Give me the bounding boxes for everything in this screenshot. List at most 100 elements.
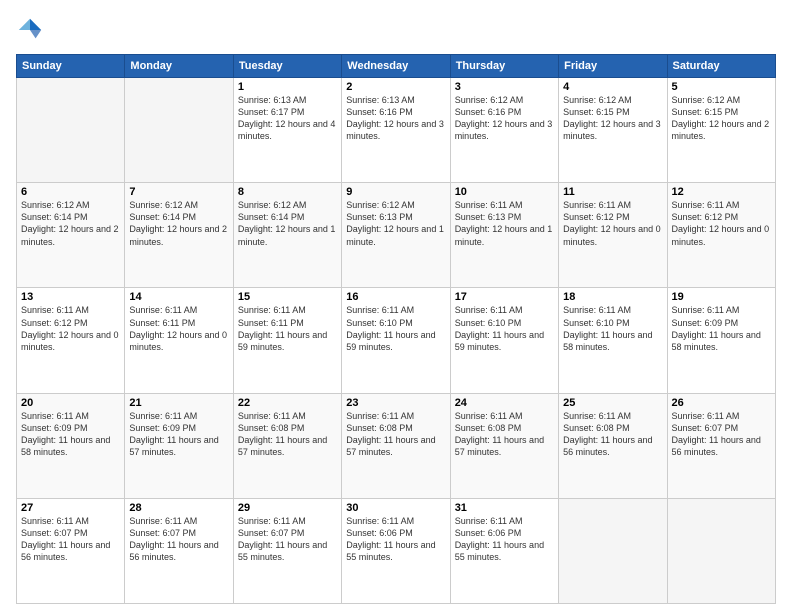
day-number: 10 [455,186,554,198]
day-info: Sunrise: 6:13 AM Sunset: 6:17 PM Dayligh… [238,94,337,143]
day-number: 21 [129,397,228,409]
day-number: 24 [455,397,554,409]
day-number: 27 [21,502,120,514]
weekday-header-thursday: Thursday [450,55,558,78]
calendar-cell: 31Sunrise: 6:11 AM Sunset: 6:06 PM Dayli… [450,498,558,603]
calendar-cell: 11Sunrise: 6:11 AM Sunset: 6:12 PM Dayli… [559,183,667,288]
day-info: Sunrise: 6:11 AM Sunset: 6:12 PM Dayligh… [563,199,662,248]
day-info: Sunrise: 6:11 AM Sunset: 6:09 PM Dayligh… [672,304,771,353]
day-number: 4 [563,81,662,93]
day-info: Sunrise: 6:12 AM Sunset: 6:13 PM Dayligh… [346,199,445,248]
calendar-cell [125,78,233,183]
weekday-header-row: SundayMondayTuesdayWednesdayThursdayFrid… [17,55,776,78]
calendar-cell: 20Sunrise: 6:11 AM Sunset: 6:09 PM Dayli… [17,393,125,498]
calendar-cell: 8Sunrise: 6:12 AM Sunset: 6:14 PM Daylig… [233,183,341,288]
weekday-header-tuesday: Tuesday [233,55,341,78]
calendar-cell: 2Sunrise: 6:13 AM Sunset: 6:16 PM Daylig… [342,78,450,183]
week-row-2: 6Sunrise: 6:12 AM Sunset: 6:14 PM Daylig… [17,183,776,288]
calendar-cell: 3Sunrise: 6:12 AM Sunset: 6:16 PM Daylig… [450,78,558,183]
day-info: Sunrise: 6:11 AM Sunset: 6:10 PM Dayligh… [563,304,662,353]
weekday-header-wednesday: Wednesday [342,55,450,78]
day-info: Sunrise: 6:11 AM Sunset: 6:09 PM Dayligh… [129,410,228,459]
calendar-cell: 25Sunrise: 6:11 AM Sunset: 6:08 PM Dayli… [559,393,667,498]
day-number: 23 [346,397,445,409]
day-info: Sunrise: 6:11 AM Sunset: 6:07 PM Dayligh… [238,515,337,564]
day-info: Sunrise: 6:11 AM Sunset: 6:12 PM Dayligh… [21,304,120,353]
week-row-1: 1Sunrise: 6:13 AM Sunset: 6:17 PM Daylig… [17,78,776,183]
day-info: Sunrise: 6:11 AM Sunset: 6:09 PM Dayligh… [21,410,120,459]
day-number: 5 [672,81,771,93]
day-number: 18 [563,291,662,303]
day-info: Sunrise: 6:11 AM Sunset: 6:10 PM Dayligh… [346,304,445,353]
day-number: 16 [346,291,445,303]
calendar-cell: 30Sunrise: 6:11 AM Sunset: 6:06 PM Dayli… [342,498,450,603]
day-info: Sunrise: 6:11 AM Sunset: 6:07 PM Dayligh… [129,515,228,564]
calendar-cell: 5Sunrise: 6:12 AM Sunset: 6:15 PM Daylig… [667,78,775,183]
calendar-cell: 9Sunrise: 6:12 AM Sunset: 6:13 PM Daylig… [342,183,450,288]
day-info: Sunrise: 6:11 AM Sunset: 6:12 PM Dayligh… [672,199,771,248]
week-row-5: 27Sunrise: 6:11 AM Sunset: 6:07 PM Dayli… [17,498,776,603]
day-info: Sunrise: 6:11 AM Sunset: 6:13 PM Dayligh… [455,199,554,248]
week-row-4: 20Sunrise: 6:11 AM Sunset: 6:09 PM Dayli… [17,393,776,498]
day-number: 28 [129,502,228,514]
calendar-cell: 19Sunrise: 6:11 AM Sunset: 6:09 PM Dayli… [667,288,775,393]
calendar-cell: 16Sunrise: 6:11 AM Sunset: 6:10 PM Dayli… [342,288,450,393]
day-number: 9 [346,186,445,198]
day-number: 6 [21,186,120,198]
day-number: 25 [563,397,662,409]
calendar-cell: 14Sunrise: 6:11 AM Sunset: 6:11 PM Dayli… [125,288,233,393]
calendar-cell [17,78,125,183]
day-info: Sunrise: 6:11 AM Sunset: 6:07 PM Dayligh… [21,515,120,564]
calendar-cell: 7Sunrise: 6:12 AM Sunset: 6:14 PM Daylig… [125,183,233,288]
calendar-cell: 29Sunrise: 6:11 AM Sunset: 6:07 PM Dayli… [233,498,341,603]
calendar-cell: 24Sunrise: 6:11 AM Sunset: 6:08 PM Dayli… [450,393,558,498]
calendar-cell: 17Sunrise: 6:11 AM Sunset: 6:10 PM Dayli… [450,288,558,393]
day-number: 26 [672,397,771,409]
day-number: 31 [455,502,554,514]
day-number: 20 [21,397,120,409]
day-info: Sunrise: 6:11 AM Sunset: 6:07 PM Dayligh… [672,410,771,459]
day-info: Sunrise: 6:11 AM Sunset: 6:08 PM Dayligh… [455,410,554,459]
day-number: 17 [455,291,554,303]
day-number: 3 [455,81,554,93]
calendar-cell: 21Sunrise: 6:11 AM Sunset: 6:09 PM Dayli… [125,393,233,498]
day-info: Sunrise: 6:11 AM Sunset: 6:08 PM Dayligh… [346,410,445,459]
header [16,16,776,44]
day-number: 8 [238,186,337,198]
day-number: 14 [129,291,228,303]
day-number: 12 [672,186,771,198]
logo-icon [16,16,44,44]
day-number: 1 [238,81,337,93]
calendar-cell: 4Sunrise: 6:12 AM Sunset: 6:15 PM Daylig… [559,78,667,183]
day-info: Sunrise: 6:11 AM Sunset: 6:08 PM Dayligh… [563,410,662,459]
calendar-cell: 12Sunrise: 6:11 AM Sunset: 6:12 PM Dayli… [667,183,775,288]
day-info: Sunrise: 6:12 AM Sunset: 6:14 PM Dayligh… [129,199,228,248]
day-number: 29 [238,502,337,514]
day-info: Sunrise: 6:11 AM Sunset: 6:11 PM Dayligh… [129,304,228,353]
calendar-cell: 13Sunrise: 6:11 AM Sunset: 6:12 PM Dayli… [17,288,125,393]
calendar-cell: 27Sunrise: 6:11 AM Sunset: 6:07 PM Dayli… [17,498,125,603]
day-number: 19 [672,291,771,303]
day-number: 22 [238,397,337,409]
weekday-header-friday: Friday [559,55,667,78]
day-info: Sunrise: 6:12 AM Sunset: 6:15 PM Dayligh… [672,94,771,143]
weekday-header-sunday: Sunday [17,55,125,78]
calendar-cell [559,498,667,603]
day-info: Sunrise: 6:12 AM Sunset: 6:16 PM Dayligh… [455,94,554,143]
calendar-cell: 22Sunrise: 6:11 AM Sunset: 6:08 PM Dayli… [233,393,341,498]
day-info: Sunrise: 6:11 AM Sunset: 6:11 PM Dayligh… [238,304,337,353]
calendar-cell: 6Sunrise: 6:12 AM Sunset: 6:14 PM Daylig… [17,183,125,288]
weekday-header-saturday: Saturday [667,55,775,78]
calendar-cell: 10Sunrise: 6:11 AM Sunset: 6:13 PM Dayli… [450,183,558,288]
calendar-cell: 18Sunrise: 6:11 AM Sunset: 6:10 PM Dayli… [559,288,667,393]
day-info: Sunrise: 6:12 AM Sunset: 6:14 PM Dayligh… [21,199,120,248]
day-info: Sunrise: 6:12 AM Sunset: 6:14 PM Dayligh… [238,199,337,248]
calendar-cell: 23Sunrise: 6:11 AM Sunset: 6:08 PM Dayli… [342,393,450,498]
day-number: 2 [346,81,445,93]
page: SundayMondayTuesdayWednesdayThursdayFrid… [0,0,792,612]
week-row-3: 13Sunrise: 6:11 AM Sunset: 6:12 PM Dayli… [17,288,776,393]
day-number: 15 [238,291,337,303]
day-number: 13 [21,291,120,303]
calendar-cell: 28Sunrise: 6:11 AM Sunset: 6:07 PM Dayli… [125,498,233,603]
day-info: Sunrise: 6:12 AM Sunset: 6:15 PM Dayligh… [563,94,662,143]
